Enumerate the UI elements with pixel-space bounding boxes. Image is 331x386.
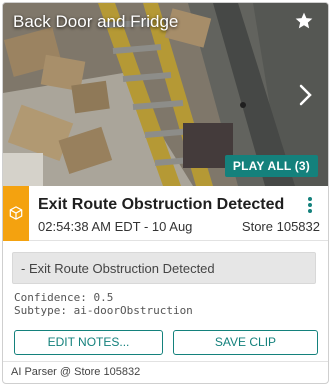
confidence-text: Confidence: 0.5 <box>14 291 114 304</box>
box-icon <box>9 206 23 220</box>
event-header: Exit Route Obstruction Detected 02:54:38… <box>3 186 328 241</box>
footer-source: AI Parser @ Store 105832 <box>3 361 328 383</box>
chevron-right-icon[interactable] <box>298 83 314 107</box>
camera-thumbnail[interactable]: Back Door and Fridge PLAY ALL (3) <box>3 3 328 186</box>
star-icon[interactable] <box>294 11 314 31</box>
subtype-text: Subtype: ai-doorObstruction <box>14 304 193 317</box>
event-card: Back Door and Fridge PLAY ALL (3) Exit R… <box>2 2 329 384</box>
event-store: Store 105832 <box>241 219 320 234</box>
event-notes: - Exit Route Obstruction Detected <box>12 252 316 284</box>
kebab-menu-icon[interactable] <box>307 197 313 213</box>
play-all-button[interactable]: PLAY ALL (3) <box>224 155 318 177</box>
edit-notes-button[interactable]: EDIT NOTES... <box>14 330 163 355</box>
event-type-strip <box>3 186 29 241</box>
save-clip-button[interactable]: SAVE CLIP <box>173 330 318 355</box>
event-title: Exit Route Obstruction Detected <box>38 196 285 213</box>
camera-title: Back Door and Fridge <box>13 12 179 31</box>
event-timestamp: 02:54:38 AM EDT - 10 Aug <box>38 219 193 234</box>
